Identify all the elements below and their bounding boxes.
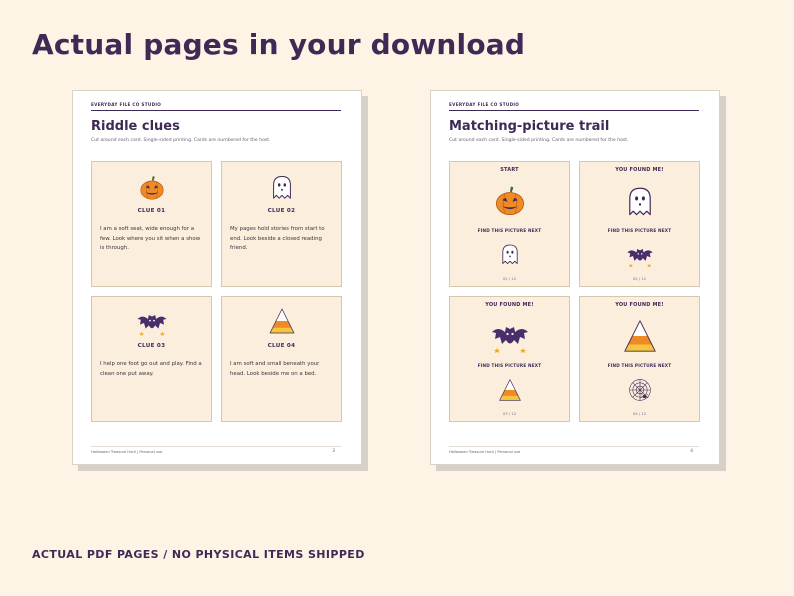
pumpkin-icon bbox=[493, 184, 527, 218]
clue-label: CLUE 03 bbox=[137, 343, 166, 349]
trail-card-03: YOU FOUND ME! FIND THIS PICTURE NEXT 03 … bbox=[449, 296, 570, 422]
footer-rule bbox=[449, 446, 699, 447]
page-footer: Halloween Treasure Hunt | Personal use bbox=[91, 450, 163, 454]
footer-rule bbox=[91, 446, 341, 447]
pdf-page-matching-picture-trail: EVERYDAY FILE CO STUDIO Matching-picture… bbox=[430, 90, 720, 465]
card-heading: YOU FOUND ME! bbox=[485, 302, 534, 308]
page-headline: Actual pages in your download bbox=[32, 28, 526, 61]
clue-label: CLUE 02 bbox=[267, 208, 296, 214]
card-number: 03 / 12 bbox=[502, 411, 517, 416]
spider-web-icon bbox=[627, 377, 653, 403]
page-title: Matching-picture trail bbox=[449, 119, 610, 134]
clue-card-03: CLUE 03 I help one foot go out and play.… bbox=[91, 296, 212, 422]
card-number: 01 / 12 bbox=[502, 276, 517, 281]
card-number: 02 / 12 bbox=[632, 276, 647, 281]
page-number: 4 bbox=[690, 449, 693, 454]
header-rule bbox=[91, 110, 341, 111]
clue-card-01: CLUE 01 I am a soft seat, wide enough fo… bbox=[91, 161, 212, 287]
find-next-label: FIND THIS PICTURE NEXT bbox=[607, 363, 672, 368]
find-next-label: FIND THIS PICTURE NEXT bbox=[477, 228, 542, 233]
candy-corn-icon bbox=[621, 317, 659, 355]
page-number: 3 bbox=[332, 449, 335, 454]
ghost-icon bbox=[498, 242, 522, 266]
clue-label: CLUE 01 bbox=[137, 208, 166, 214]
pumpkin-icon bbox=[138, 174, 166, 202]
clue-card-04: CLUE 04 I am soft and small beneath your… bbox=[221, 296, 342, 422]
clue-text: I am a soft seat, wide enough for a few.… bbox=[100, 226, 201, 252]
trail-card-01: START FIND THIS PICTURE NEXT 01 / 12 bbox=[449, 161, 570, 287]
trail-card-04: YOU FOUND ME! FIND THIS PICTURE NEXT 04 … bbox=[579, 296, 700, 422]
page-title: Riddle clues bbox=[91, 119, 180, 134]
find-next-label: FIND THIS PICTURE NEXT bbox=[477, 363, 542, 368]
candy-corn-icon bbox=[497, 377, 523, 403]
card-heading: YOU FOUND ME! bbox=[615, 167, 664, 173]
find-next-label: FIND THIS PICTURE NEXT bbox=[607, 228, 672, 233]
clue-text: I help one foot go out and play. Find a … bbox=[100, 361, 202, 377]
clue-text: My pages hold stories from start to end.… bbox=[230, 226, 325, 252]
trail-card-02: YOU FOUND ME! FIND THIS PICTURE NEXT 02 … bbox=[579, 161, 700, 287]
card-number: 04 / 12 bbox=[632, 411, 647, 416]
clue-label: CLUE 04 bbox=[267, 343, 296, 349]
page-footer: Halloween Treasure Hunt | Personal use bbox=[449, 450, 521, 454]
bat-icon bbox=[490, 317, 530, 357]
ghost-icon bbox=[623, 184, 657, 218]
ghost-icon bbox=[268, 173, 296, 201]
studio-name: EVERYDAY FILE CO STUDIO bbox=[449, 102, 520, 107]
candy-corn-icon bbox=[267, 306, 297, 336]
card-heading: YOU FOUND ME! bbox=[615, 302, 664, 308]
card-heading: START bbox=[500, 167, 519, 173]
clue-text: I am soft and small beneath your head. L… bbox=[230, 361, 320, 377]
studio-name: EVERYDAY FILE CO STUDIO bbox=[91, 102, 162, 107]
page-subtitle: Cut around each card. Single-sided print… bbox=[91, 138, 271, 143]
bat-icon bbox=[626, 242, 654, 270]
shipping-note: ACTUAL PDF PAGES / NO PHYSICAL ITEMS SHI… bbox=[32, 548, 365, 561]
page-subtitle: Cut around each card. Single-sided print… bbox=[449, 138, 629, 143]
bat-icon bbox=[136, 307, 168, 339]
pdf-page-riddle-clues: EVERYDAY FILE CO STUDIO Riddle clues Cut… bbox=[72, 90, 362, 465]
header-rule bbox=[449, 110, 699, 111]
clue-card-02: CLUE 02 My pages hold stories from start… bbox=[221, 161, 342, 287]
